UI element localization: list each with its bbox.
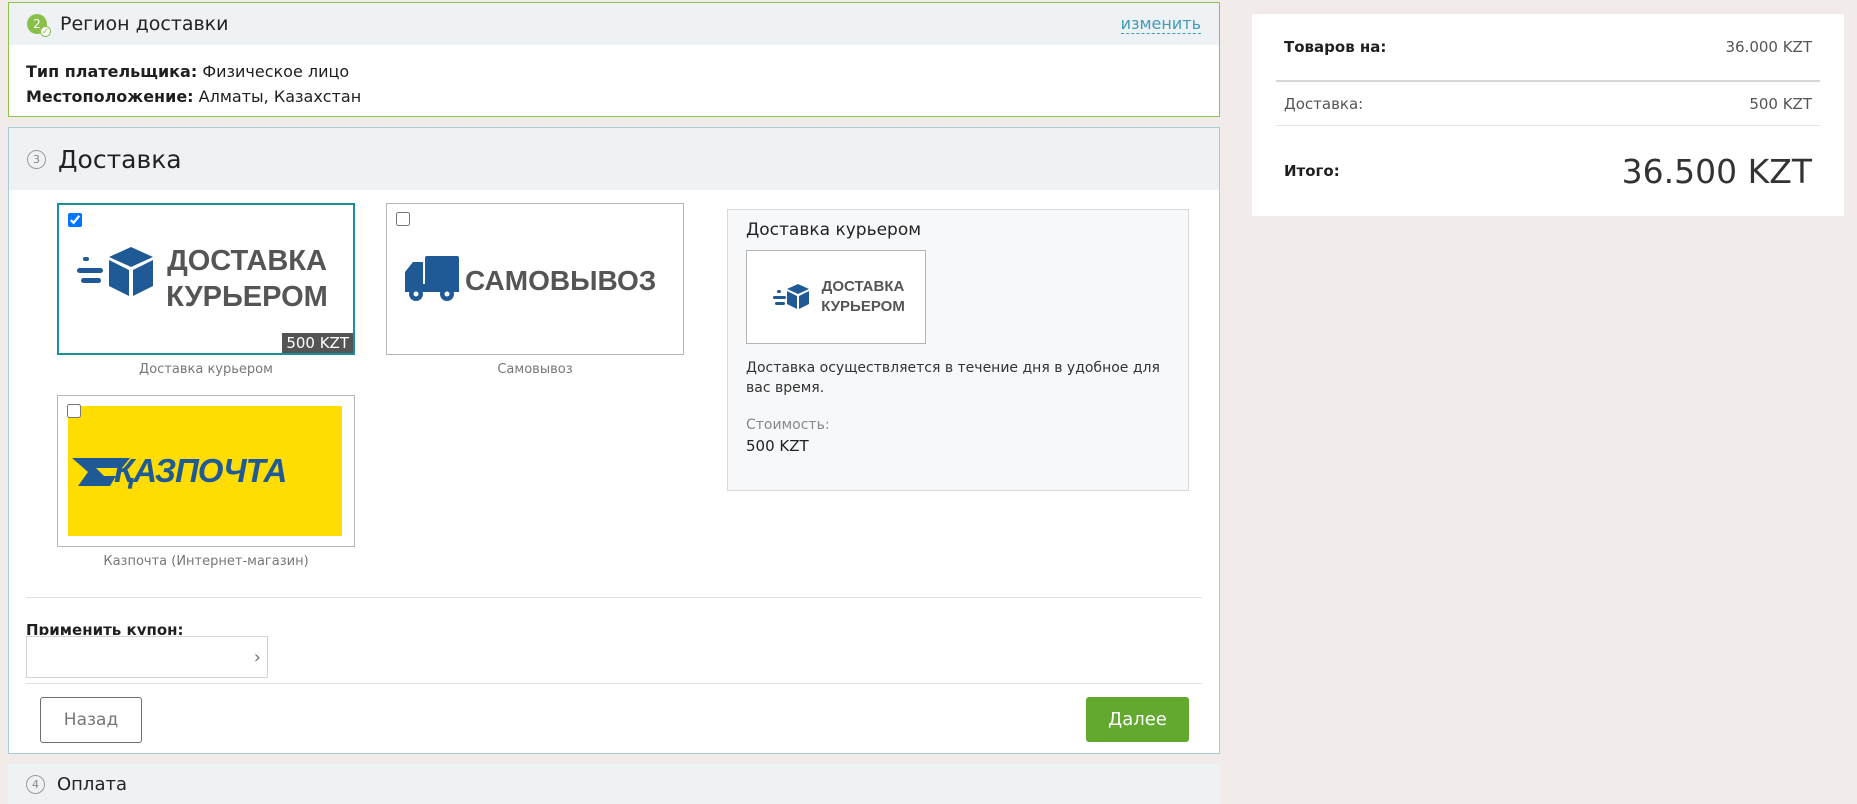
location-label: Местоположение: [26,87,194,106]
next-button[interactable]: Далее [1086,697,1189,742]
coupon-label: Применить купон: [26,621,184,635]
summary-total-row: Итого: 36.500 KZT [1276,126,1820,216]
payment-title: Оплата [57,773,127,795]
divider [26,597,1202,598]
divider [26,683,1202,684]
order-summary: Товаров на: 36.000 KZT Доставка: 500 KZT… [1252,14,1844,216]
location-row: Местоположение: Алматы, Казахстан [26,84,1201,109]
detail-logo-line1: ДОСТАВКА [821,278,905,295]
delivery-header: 3 Доставка [9,128,1219,190]
detail-description: Доставка осуществляется в течение дня в … [746,360,1160,396]
courier-checkbox[interactable] [68,213,82,227]
check-icon: ✓ [40,26,51,37]
delivery-cost-label: Доставка: [1284,94,1364,113]
delivery-option-courier[interactable]: ДОСТАВКА КУРЬЕРОМ 500 KZT [57,203,355,355]
goods-label: Товаров на: [1284,38,1387,56]
delivery-section: 3 Доставка ДОСТАВКА КУРЬЕРОМ 500 KZT Дос… [8,127,1220,754]
kazpost-checkbox[interactable] [67,404,81,418]
courier-box-icon [773,284,810,309]
pickup-checkbox[interactable] [396,212,410,226]
courier-logo-line1: ДОСТАВКА [167,245,327,277]
courier-option-label[interactable]: Доставка курьером [57,362,355,377]
back-button[interactable]: Назад [40,697,142,743]
coupon-field: › [26,636,268,678]
delivery-detail-panel: Доставка курьером ДОСТАВКА КУРЬЕРОМ Дост… [727,209,1189,491]
delivery-option-kazpost[interactable]: ҚАЗПОЧТА [57,395,355,547]
kazpost-option-label[interactable]: Казпочта (Интернет-магазин) [57,554,355,569]
region-details: Тип плательщика: Физическое лицо Местопо… [9,45,1219,109]
kazpost-logo-text: ҚАЗПОЧТА [114,452,287,489]
location-value: Алматы, Казахстан [198,87,362,106]
detail-cost-value: 500 KZT [746,437,809,455]
region-section: 2 ✓ Регион доставки изменить Тип платель… [8,2,1220,117]
kazpost-logo: ҚАЗПОЧТА [68,406,342,536]
payer-type-row: Тип плательщика: Физическое лицо [26,59,1201,84]
step-2-badge: 2 ✓ [27,14,51,37]
pickup-option-label[interactable]: Самовывоз [386,362,684,377]
detail-cost-label: Стоимость: [746,417,830,433]
delivery-title: Доставка [58,144,182,174]
summary-delivery-row: Доставка: 500 KZT [1276,82,1820,126]
detail-logo: ДОСТАВКА КУРЬЕРОМ [746,250,926,344]
summary-goods-row: Товаров на: 36.000 KZT [1276,14,1820,82]
chevron-right-icon[interactable]: › [254,647,261,668]
total-label: Итого: [1284,162,1340,180]
detail-logo-text: ДОСТАВКА КУРЬЕРОМ [821,277,905,317]
change-region-link[interactable]: изменить [1120,14,1201,34]
payer-type-value: Физическое лицо [202,62,350,81]
courier-price-tag: 500 KZT [282,333,353,353]
total-value: 36.500 KZT [1621,151,1812,191]
courier-logo-line2: КУРЬЕРОМ [166,281,328,313]
step-4-badge: 4 [26,774,45,794]
payer-type-label: Тип плательщика: [26,62,198,81]
step-3-badge: 3 [27,149,46,169]
region-header: 2 ✓ Регион доставки изменить [9,3,1219,45]
coupon-input[interactable] [27,637,243,675]
detail-title: Доставка курьером [746,220,922,240]
goods-value: 36.000 KZT [1725,38,1812,56]
pickup-logo-text: САМОВЫВОЗ [465,265,657,296]
courier-logo-text: ДОСТАВКА КУРЬЕРОМ [147,243,347,315]
region-title: Регион доставки [60,13,229,35]
delivery-cost-value: 500 KZT [1749,94,1812,113]
payment-section[interactable]: 4 Оплата [8,764,1220,804]
detail-logo-line2: КУРЬЕРОМ [821,298,905,315]
delivery-option-pickup[interactable]: САМОВЫВОЗ [386,203,684,355]
